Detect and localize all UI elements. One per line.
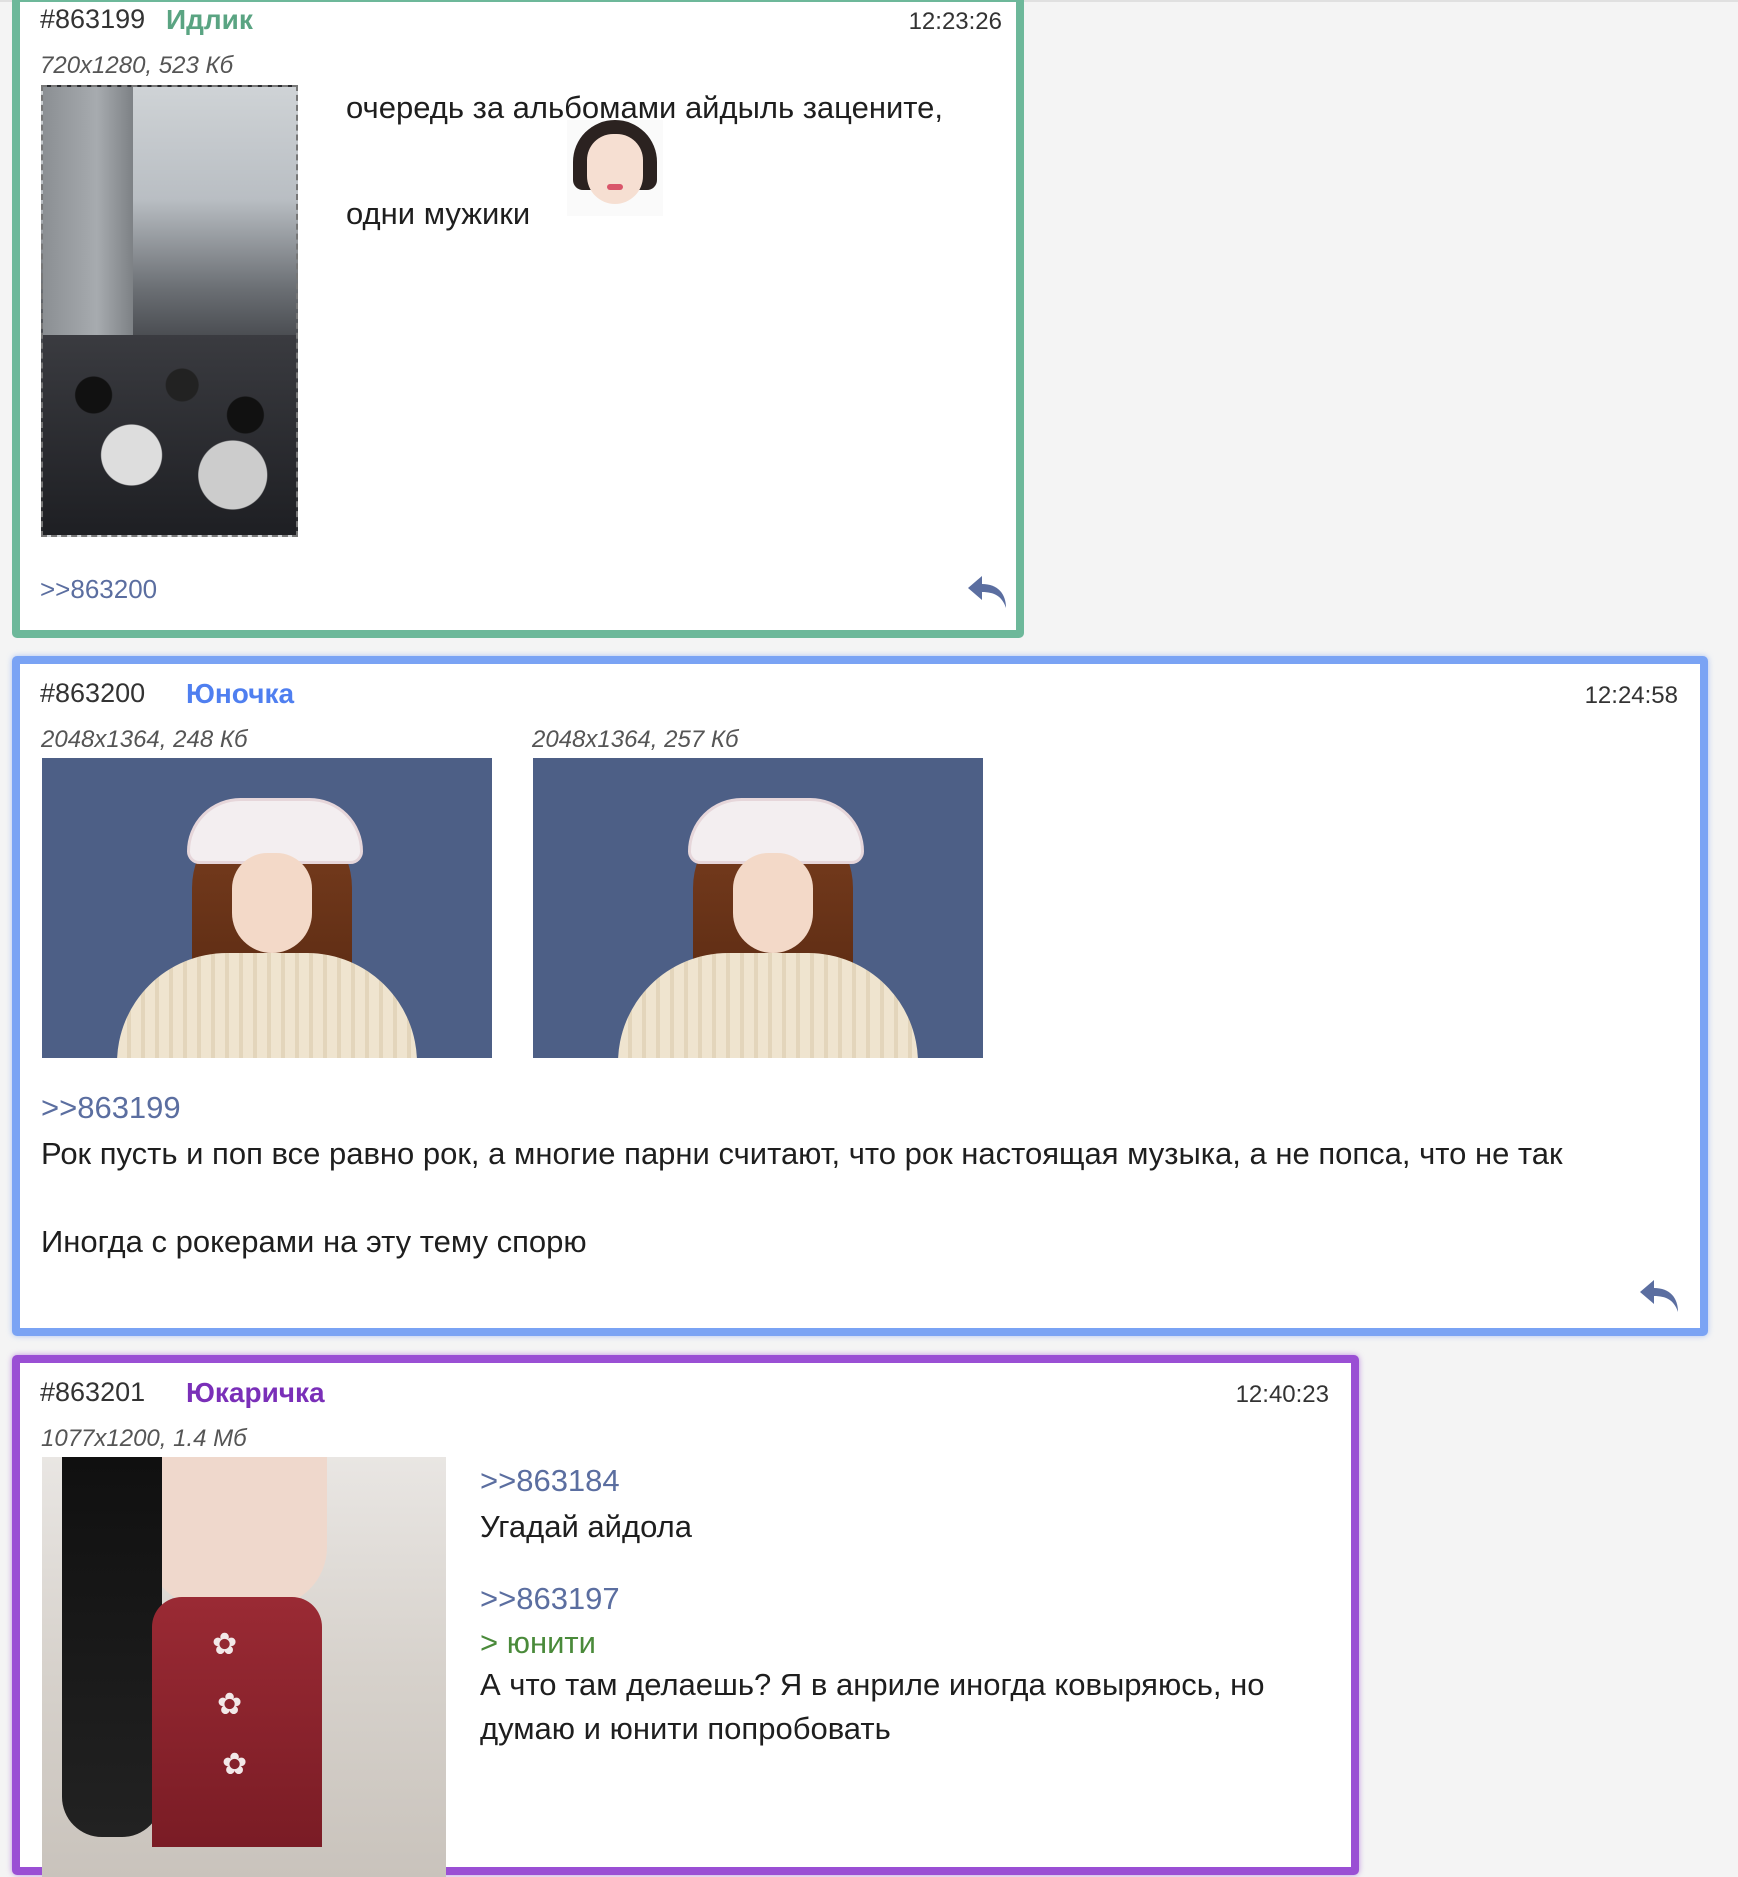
- post-body-line: одни мужики: [346, 196, 531, 231]
- post-body-line: думаю и юнити попробовать: [480, 1711, 891, 1746]
- post-body-line: Иногда с рокерами на эту тему спорю: [41, 1224, 587, 1259]
- crowd-shape: [43, 335, 296, 535]
- reply-icon[interactable]: [966, 572, 1010, 612]
- crowd-image-thumbnail[interactable]: [41, 85, 298, 537]
- post-number[interactable]: #863199: [40, 4, 145, 35]
- post-863201: #863201 Юкаричка 12:40:23 1077x1200, 1.4…: [12, 1355, 1359, 1877]
- reply-icon[interactable]: [1638, 1276, 1682, 1316]
- quote-link[interactable]: >>863199: [41, 1090, 181, 1126]
- corset-image-thumbnail[interactable]: ✿ ✿ ✿: [42, 1457, 446, 1877]
- post-863200: #863200 Юночка 12:24:58 2048x1364, 248 К…: [12, 656, 1708, 1336]
- bow-shape: ✿: [222, 1748, 248, 1781]
- girl-image-thumbnail-1[interactable]: [42, 758, 492, 1058]
- greentext-quote: > юнити: [480, 1625, 596, 1660]
- poster-name: Юночка: [186, 678, 295, 709]
- file-info[interactable]: 2048x1364, 257 Кб: [532, 726, 738, 754]
- post-body-line: А что там делаешь? Я в анриле иногда ков…: [480, 1667, 1265, 1702]
- post-time: 12:23:26: [908, 8, 1002, 35]
- poster-name: Юкаричка: [186, 1377, 325, 1408]
- girl-image-thumbnail-2[interactable]: [533, 758, 983, 1058]
- post-863199: #863199 Идлик 12:23:26 720x1280, 523 Кб …: [12, 0, 1024, 638]
- file-info[interactable]: 1077x1200, 1.4 Мб: [41, 1425, 247, 1453]
- reply-backlink[interactable]: >>863200: [40, 574, 157, 605]
- building-shape: [43, 87, 133, 347]
- quote-link[interactable]: >>863184: [480, 1463, 620, 1499]
- post-time: 12:24:58: [1584, 682, 1678, 709]
- poster-name: Идлик: [166, 4, 253, 35]
- bow-shape: ✿: [217, 1688, 243, 1721]
- face-emote-image: [567, 120, 663, 216]
- quote-link[interactable]: >>863197: [480, 1581, 620, 1617]
- post-time: 12:40:23: [1235, 1381, 1329, 1408]
- bow-shape: ✿: [212, 1628, 238, 1661]
- post-body-line: Рок пусть и поп все равно рок, а многие …: [41, 1136, 1563, 1171]
- post-number[interactable]: #863200: [40, 678, 145, 709]
- post-number[interactable]: #863201: [40, 1377, 145, 1408]
- file-info[interactable]: 2048x1364, 248 Кб: [41, 726, 247, 754]
- post-body-line: Угадай айдола: [480, 1509, 692, 1544]
- file-info[interactable]: 720x1280, 523 Кб: [40, 52, 233, 80]
